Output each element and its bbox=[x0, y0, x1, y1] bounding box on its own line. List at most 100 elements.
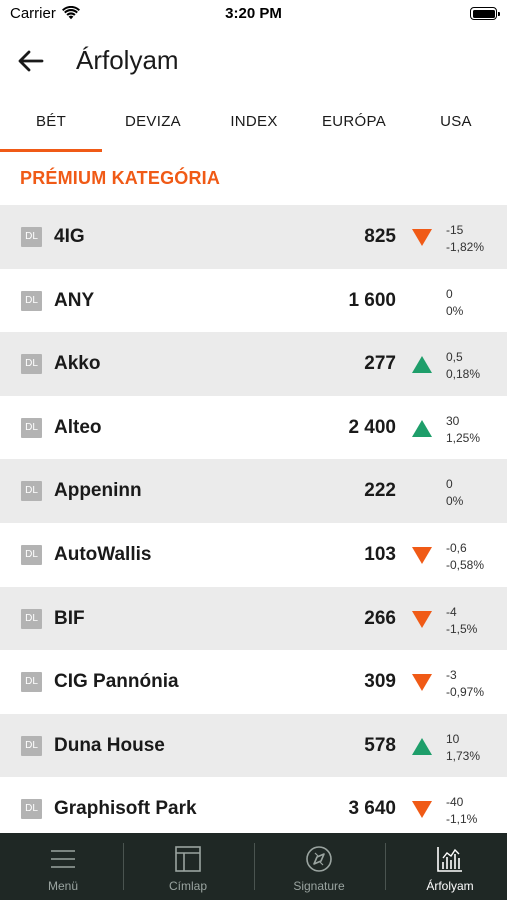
nav-item-home[interactable]: Címlap bbox=[125, 833, 251, 900]
trend-down-icon bbox=[412, 229, 432, 246]
compass-icon bbox=[306, 846, 332, 872]
app-header: Árfolyam bbox=[0, 36, 507, 86]
change-absolute: -4 bbox=[446, 604, 457, 619]
nav-divider bbox=[254, 843, 255, 890]
stock-price: 2 400 bbox=[348, 416, 396, 438]
dl-badge[interactable]: DL bbox=[21, 799, 42, 820]
price-change: 0 0% bbox=[446, 476, 463, 510]
dl-badge[interactable]: DL bbox=[21, 417, 42, 438]
dl-badge[interactable]: DL bbox=[21, 354, 42, 375]
price-change: -4 -1,5% bbox=[446, 604, 477, 638]
change-percent: 0% bbox=[446, 303, 464, 318]
stock-name: AutoWallis bbox=[54, 543, 152, 565]
stock-price: 578 bbox=[364, 734, 396, 756]
dl-badge[interactable]: DL bbox=[21, 608, 42, 629]
stock-name: Alteo bbox=[54, 416, 102, 438]
trend-up-icon bbox=[412, 356, 432, 374]
change-percent: 0,18% bbox=[446, 367, 481, 382]
stock-price: 103 bbox=[364, 543, 396, 565]
change-percent: -1,1% bbox=[446, 812, 478, 827]
price-change: 30 1,25% bbox=[446, 413, 480, 447]
active-tab-indicator bbox=[0, 149, 102, 152]
stock-row[interactable]: DL Appeninn 222 0 0% bbox=[0, 459, 507, 523]
price-change: -0,6 -0,58% bbox=[446, 540, 484, 574]
stock-row[interactable]: DL Graphisoft Park 3 640 -40 -1,1% bbox=[0, 777, 507, 841]
dl-badge[interactable]: DL bbox=[21, 544, 42, 565]
change-absolute: 0,5 bbox=[446, 350, 463, 365]
change-percent: -1,5% bbox=[446, 621, 478, 636]
stock-name: Duna House bbox=[54, 734, 165, 756]
nav-label-signature: Signature bbox=[293, 879, 345, 893]
battery-icon bbox=[470, 7, 500, 20]
change-absolute: -0,6 bbox=[446, 540, 467, 555]
dl-badge[interactable]: DL bbox=[21, 672, 42, 693]
price-change: 10 1,73% bbox=[446, 731, 480, 765]
stock-row[interactable]: DL Duna House 578 10 1,73% bbox=[0, 713, 507, 778]
layout-icon bbox=[175, 846, 201, 872]
trend-down-icon bbox=[412, 674, 432, 692]
dl-badge[interactable]: DL bbox=[21, 290, 42, 311]
trend-down-icon bbox=[412, 801, 432, 819]
price-change: -15 -1,82% bbox=[446, 222, 484, 256]
stock-price: 222 bbox=[364, 480, 396, 502]
change-absolute: 0 bbox=[446, 477, 453, 492]
change-absolute: -40 bbox=[446, 795, 464, 810]
trend-down-icon bbox=[412, 610, 432, 628]
nav-item-signature[interactable]: Signature bbox=[256, 833, 382, 900]
change-absolute: 30 bbox=[446, 413, 460, 428]
price-change: 0 0% bbox=[446, 286, 463, 320]
stock-name: CIG Pannónia bbox=[54, 671, 179, 693]
nav-item-menu[interactable]: Menü bbox=[0, 833, 126, 900]
stock-row[interactable]: DL 4IG 825 -15 -1,82% bbox=[0, 205, 507, 269]
stock-name: Graphisoft Park bbox=[54, 798, 197, 820]
change-absolute: -3 bbox=[446, 668, 457, 683]
back-arrow-icon[interactable] bbox=[14, 44, 48, 78]
change-percent: 1,25% bbox=[446, 430, 481, 445]
nav-item-rates[interactable]: Árfolyam bbox=[387, 833, 507, 900]
trend-down-icon bbox=[412, 546, 432, 564]
stock-row[interactable]: DL AutoWallis 103 -0,6 -0,58% bbox=[0, 523, 507, 587]
dl-badge[interactable]: DL bbox=[21, 735, 42, 756]
change-absolute: 0 bbox=[446, 286, 453, 301]
price-change: -40 -1,1% bbox=[446, 794, 477, 828]
stock-price: 1 600 bbox=[348, 289, 396, 311]
chart-icon bbox=[437, 847, 462, 872]
section-title: PRÉMIUM KATEGÓRIA bbox=[20, 168, 221, 188]
stock-row[interactable]: DL CIG Pannónia 309 -3 -0,97% bbox=[0, 650, 507, 714]
tab-deviza[interactable]: DEVIZA bbox=[102, 96, 204, 154]
change-absolute: 10 bbox=[446, 731, 460, 746]
stock-price: 277 bbox=[364, 353, 396, 375]
tab-index[interactable]: INDEX bbox=[203, 96, 305, 154]
tab-europa[interactable]: EURÓPA bbox=[303, 96, 405, 154]
change-percent: 1,73% bbox=[446, 748, 481, 763]
stock-price: 309 bbox=[364, 671, 396, 693]
change-percent: -1,82% bbox=[446, 240, 485, 254]
stock-row[interactable]: DL Alteo 2 400 30 1,25% bbox=[0, 396, 507, 460]
nav-label-rates: Árfolyam bbox=[426, 879, 474, 893]
stock-list: DL 4IG 825 -15 -1,82% DL ANY 1 600 0 0% DL Akko 277 0… bbox=[0, 205, 507, 841]
stock-row[interactable]: DL BIF 266 -4 -1,5% bbox=[0, 586, 507, 651]
dl-badge[interactable]: DL bbox=[21, 481, 42, 502]
stock-price: 3 640 bbox=[348, 798, 396, 820]
market-tabs: BÉT DEVIZA INDEX EURÓPA USA bbox=[0, 96, 507, 154]
price-change: 0,5 0,18% bbox=[446, 349, 480, 383]
tab-usa[interactable]: USA bbox=[405, 96, 507, 154]
dl-badge[interactable]: DL bbox=[21, 227, 42, 247]
change-percent: 0% bbox=[446, 494, 464, 509]
tab-bet[interactable]: BÉT bbox=[0, 96, 102, 154]
price-change: -3 -0,97% bbox=[446, 667, 484, 701]
stock-name: Akko bbox=[54, 353, 101, 375]
status-bar: Carrier 3:20 PM bbox=[0, 0, 507, 30]
page-title: Árfolyam bbox=[76, 45, 179, 75]
trend-up-icon bbox=[412, 419, 432, 437]
stock-row[interactable]: DL Akko 277 0,5 0,18% bbox=[0, 332, 507, 396]
stock-price: 825 bbox=[364, 226, 396, 247]
menu-icon bbox=[51, 850, 75, 868]
clock: 3:20 PM bbox=[225, 5, 282, 22]
nav-divider bbox=[385, 843, 386, 890]
change-absolute: -15 bbox=[446, 223, 464, 237]
stock-name: BIF bbox=[54, 607, 85, 629]
stock-name: 4IG bbox=[54, 226, 85, 247]
stock-row[interactable]: DL ANY 1 600 0 0% bbox=[0, 269, 507, 333]
bottom-nav: Menü Címlap Signature Árfolyam bbox=[0, 833, 507, 900]
